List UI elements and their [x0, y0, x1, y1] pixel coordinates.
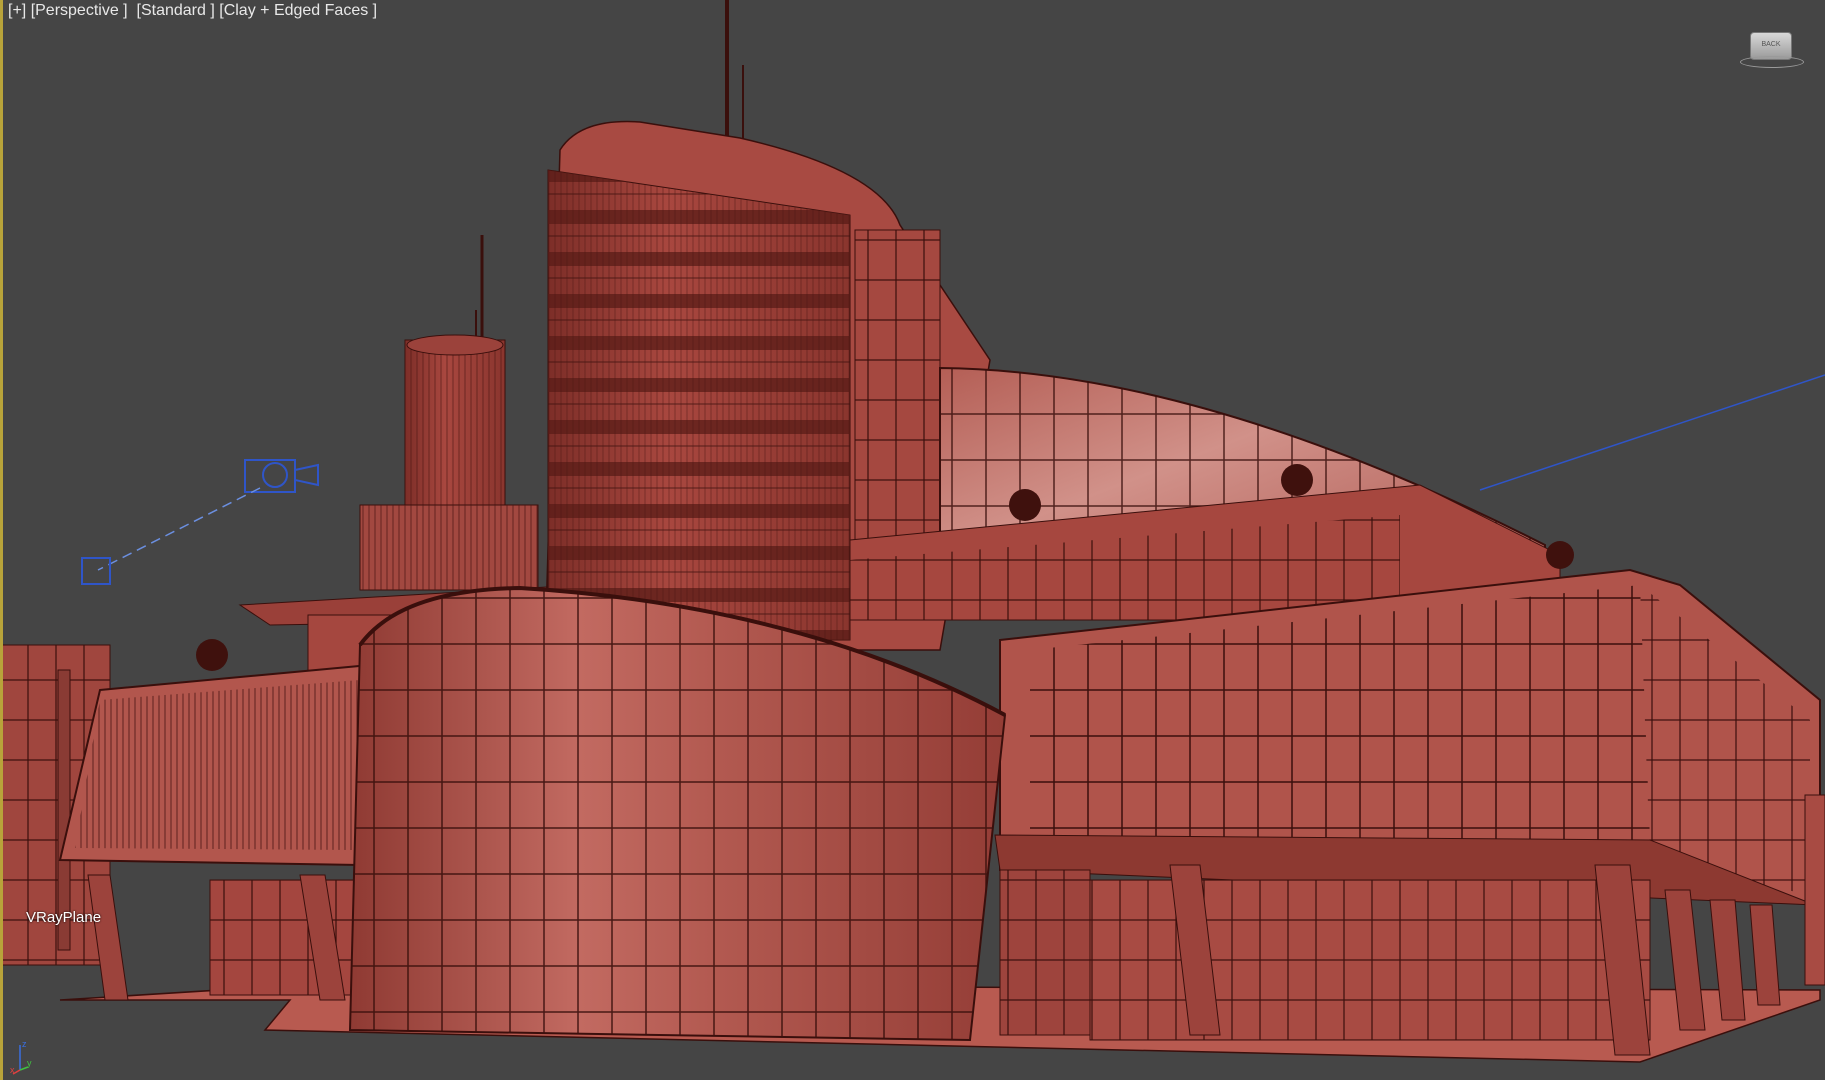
axis-tripod-icon: z x y: [10, 1039, 32, 1075]
far-right-building: [1804, 794, 1825, 986]
viewport-standard-menu[interactable]: [Standard ]: [137, 2, 215, 19]
axis-x-label: x: [10, 1065, 15, 1075]
viewport-shading-menu[interactable]: [Clay + Edged Faces ]: [219, 2, 377, 19]
viewport-label-menu[interactable]: [+] [Perspective ] [Standard ] [Clay + E…: [8, 2, 377, 20]
viewcube-icon[interactable]: BACK: [1738, 26, 1804, 72]
light-target-icon[interactable]: [81, 557, 111, 585]
viewport-plus-menu[interactable]: [+]: [8, 2, 26, 19]
active-viewport-border: [0, 0, 3, 1080]
viewport-view-menu[interactable]: [Perspective ]: [31, 2, 128, 19]
perspective-viewport[interactable]: [+] [Perspective ] [Standard ] [Clay + E…: [0, 0, 1825, 1080]
axis-z-label: z: [22, 1039, 27, 1049]
viewcube-face-label: BACK: [1761, 41, 1781, 48]
viewcube-compass-ring[interactable]: [1740, 56, 1804, 68]
entrance-wall: [999, 869, 1091, 1036]
left-wing-building: [58, 639, 372, 1001]
light-icon[interactable]: [244, 459, 319, 493]
cylinder-building: [348, 585, 1007, 1042]
scene-render[interactable]: [0, 0, 1825, 1080]
camera-line: [1479, 374, 1825, 491]
vrayplane-object-label: VRayPlane: [26, 909, 102, 926]
right-box-building: [994, 568, 1821, 1056]
light-direction-line: [97, 487, 261, 571]
dome-building: [849, 366, 1574, 621]
axis-y-label: y: [27, 1058, 32, 1068]
